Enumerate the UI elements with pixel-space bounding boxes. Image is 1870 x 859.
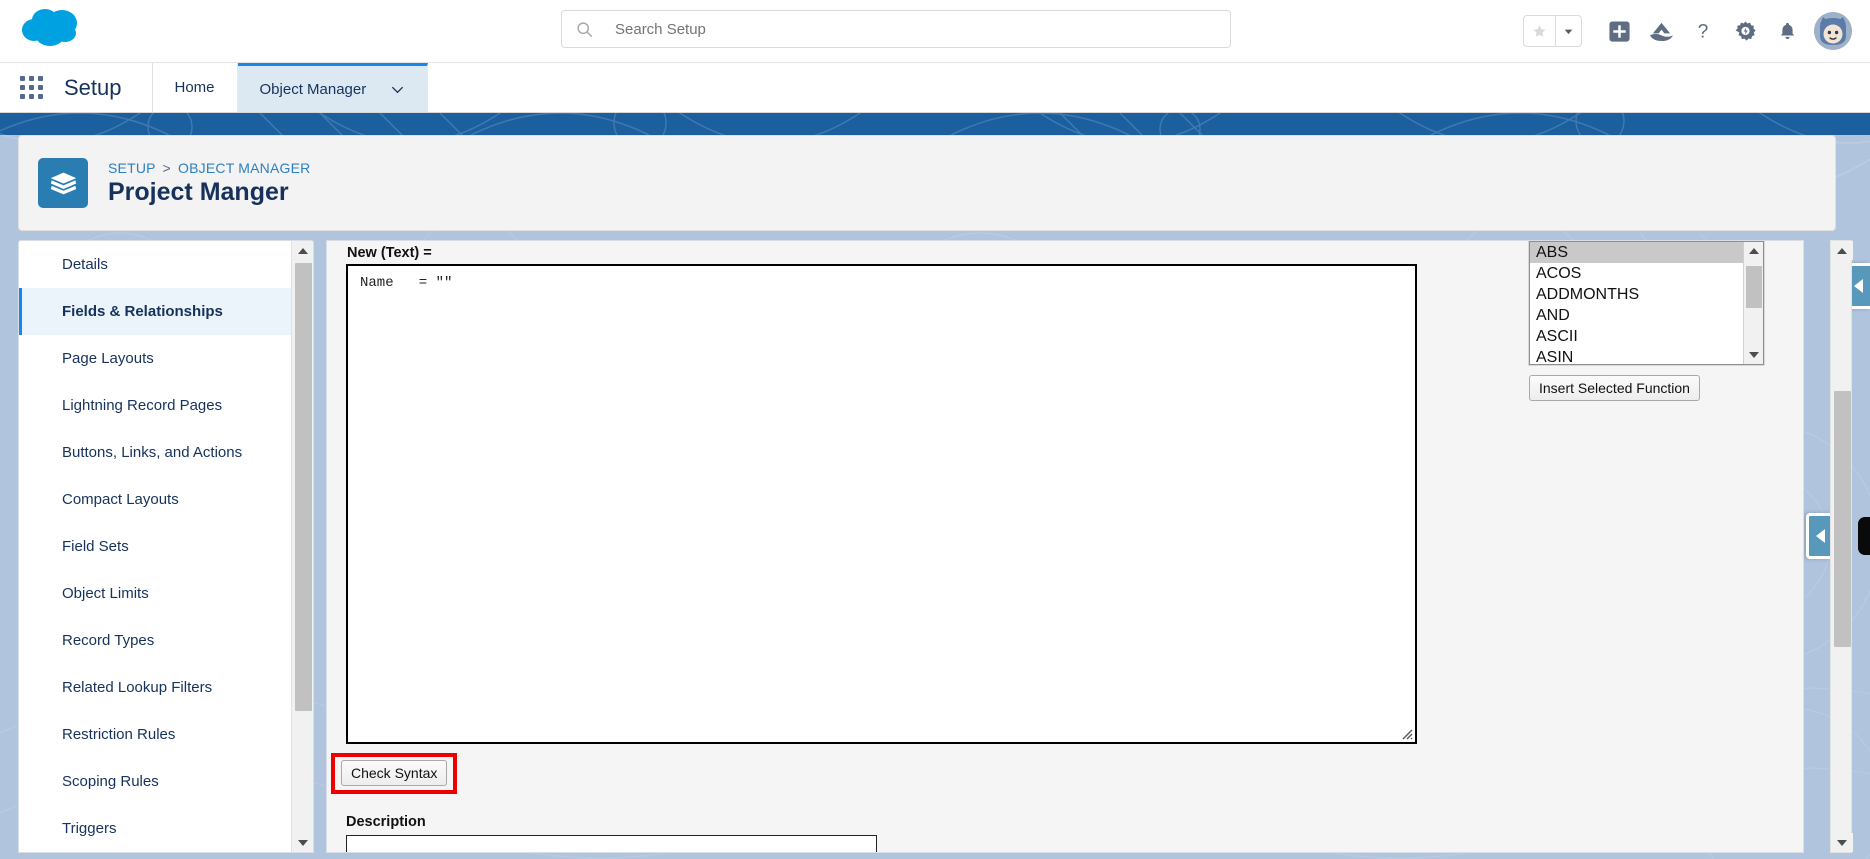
- function-item-label: ADDMONTHS: [1536, 286, 1640, 303]
- function-item-and[interactable]: AND: [1530, 305, 1743, 326]
- app-name: Setup: [62, 63, 153, 112]
- tab-object-manager[interactable]: Object Manager: [237, 63, 429, 112]
- function-scroll-thumb[interactable]: [1746, 266, 1762, 308]
- page-scroll-thumb[interactable]: [1834, 391, 1851, 647]
- check-syntax-highlight: Check Syntax: [331, 753, 458, 794]
- function-item-label: ASCII: [1536, 328, 1578, 345]
- sidebar-item-label: Fields & Relationships: [62, 303, 223, 320]
- function-item-label: AND: [1536, 307, 1570, 324]
- scroll-up-arrow-icon[interactable]: [292, 241, 313, 260]
- function-item-abs[interactable]: ABS: [1530, 242, 1743, 263]
- object-stack-icon: [38, 158, 88, 208]
- sidebar-item-label: Details: [62, 256, 108, 273]
- tab-home[interactable]: Home: [153, 63, 238, 112]
- function-item-addmonths[interactable]: ADDMONTHS: [1530, 284, 1743, 305]
- resize-grip-icon[interactable]: [1399, 726, 1413, 740]
- sidebar-item-label: Page Layouts: [62, 350, 154, 367]
- chevron-left-icon: [1854, 279, 1863, 293]
- formula-textarea[interactable]: Name = "": [346, 264, 1417, 744]
- function-item-label: ABS: [1536, 244, 1569, 261]
- add-icon[interactable]: [1598, 11, 1640, 51]
- sidebar-scroll-thumb[interactable]: [295, 263, 312, 711]
- breadcrumb: SETUP > OBJECT MANAGER: [108, 160, 310, 176]
- formula-value: Name = "": [360, 275, 453, 291]
- sidebar-item-label: Compact Layouts: [62, 491, 179, 508]
- function-item-acos[interactable]: ACOS: [1530, 263, 1743, 284]
- scroll-up-arrow-icon[interactable]: [1744, 242, 1763, 260]
- function-item-asin[interactable]: ASIN: [1530, 347, 1743, 365]
- setup-gear-icon[interactable]: [1724, 11, 1766, 51]
- setup-tab-bar: Setup Home Object Manager: [0, 62, 1870, 113]
- favorites-group[interactable]: [1523, 15, 1582, 47]
- formula-editor-panel: New (Text) = Name = "" Check Syntax Desc…: [326, 240, 1804, 853]
- user-avatar[interactable]: [1814, 12, 1852, 50]
- sidebar-item-label: Object Limits: [62, 585, 149, 602]
- help-icon[interactable]: ?: [1682, 11, 1724, 51]
- sidebar-item-object-limits[interactable]: Object Limits: [19, 570, 291, 617]
- learning-cloud-icon[interactable]: [1640, 11, 1682, 51]
- collapse-panel-middle-button[interactable]: [1806, 513, 1832, 559]
- function-list-scrollbar[interactable]: [1743, 242, 1763, 364]
- salesforce-cloud-logo[interactable]: [18, 4, 86, 54]
- sidebar-scrollbar[interactable]: [291, 241, 313, 852]
- search-input[interactable]: Search Setup: [561, 10, 1231, 48]
- description-label: Description: [346, 814, 426, 830]
- insert-selected-function-button[interactable]: Insert Selected Function: [1529, 375, 1700, 401]
- breadcrumb-separator: >: [162, 159, 171, 176]
- sidebar-item-scoping-rules[interactable]: Scoping Rules: [19, 758, 291, 805]
- sidebar-item-lightning-record-pages[interactable]: Lightning Record Pages: [19, 382, 291, 429]
- sidebar-item-buttons-links-actions[interactable]: Buttons, Links, and Actions: [19, 429, 291, 476]
- sidebar-item-label: Field Sets: [62, 538, 129, 555]
- sidebar-item-page-layouts[interactable]: Page Layouts: [19, 335, 291, 382]
- check-syntax-button[interactable]: Check Syntax: [341, 760, 448, 786]
- svg-text:?: ?: [1698, 21, 1709, 42]
- app-launcher-icon[interactable]: [0, 63, 62, 112]
- chevron-left-icon: [1816, 529, 1825, 543]
- page-scrollbar[interactable]: [1830, 240, 1853, 853]
- sidebar-item-restriction-rules[interactable]: Restriction Rules: [19, 711, 291, 758]
- sidebar-item-label: Scoping Rules: [62, 773, 159, 790]
- tab-home-label: Home: [174, 79, 215, 96]
- sidebar-item-record-types[interactable]: Record Types: [19, 617, 291, 664]
- favorites-star-icon[interactable]: [1524, 16, 1555, 46]
- formula-label: New (Text) =: [347, 245, 432, 261]
- edge-handle[interactable]: [1858, 517, 1870, 555]
- search-icon: [576, 21, 593, 38]
- record-header: SETUP > OBJECT MANAGER Project Manger: [18, 135, 1836, 231]
- global-header: Search Setup ?: [0, 0, 1870, 62]
- function-item-label: ASIN: [1536, 349, 1574, 365]
- favorites-dropdown-icon[interactable]: [1555, 16, 1581, 46]
- sidebar-item-label: Restriction Rules: [62, 726, 176, 743]
- scroll-down-arrow-icon[interactable]: [292, 833, 313, 852]
- sidebar-item-field-sets[interactable]: Field Sets: [19, 523, 291, 570]
- description-input[interactable]: [346, 835, 877, 852]
- scroll-up-arrow-icon[interactable]: [1831, 241, 1853, 260]
- sidebar-item-details[interactable]: Details: [19, 241, 291, 288]
- sidebar-item-list: Details Fields & Relationships Page Layo…: [19, 241, 291, 852]
- breadcrumb-object-manager[interactable]: OBJECT MANAGER: [178, 160, 310, 176]
- page-title: Project Manger: [108, 177, 289, 206]
- function-list-items: ABS ACOS ADDMONTHS AND ASCII ASIN: [1530, 242, 1743, 365]
- tab-object-manager-label: Object Manager: [259, 80, 367, 98]
- search-placeholder: Search Setup: [615, 20, 706, 38]
- chevron-down-icon[interactable]: [390, 82, 405, 97]
- function-item-ascii[interactable]: ASCII: [1530, 326, 1743, 347]
- sidebar-item-triggers[interactable]: Triggers: [19, 805, 291, 852]
- sidebar-item-related-lookup-filters[interactable]: Related Lookup Filters: [19, 664, 291, 711]
- sidebar-item-fields-relationships[interactable]: Fields & Relationships: [19, 288, 291, 335]
- notifications-bell-icon[interactable]: [1766, 11, 1808, 51]
- breadcrumb-setup[interactable]: SETUP: [108, 160, 155, 176]
- sidebar-item-label: Buttons, Links, and Actions: [62, 444, 243, 461]
- function-item-label: ACOS: [1536, 265, 1582, 282]
- sidebar-item-label: Related Lookup Filters: [62, 679, 213, 696]
- object-sidebar: Details Fields & Relationships Page Layo…: [18, 240, 314, 853]
- sidebar-item-label: Triggers: [62, 820, 117, 837]
- header-icon-group: ?: [1523, 5, 1852, 57]
- sidebar-item-compact-layouts[interactable]: Compact Layouts: [19, 476, 291, 523]
- sidebar-item-label: Record Types: [62, 632, 155, 649]
- function-list[interactable]: ABS ACOS ADDMONTHS AND ASCII ASIN: [1529, 241, 1764, 365]
- scroll-down-arrow-icon[interactable]: [1744, 346, 1763, 364]
- scroll-down-arrow-icon[interactable]: [1831, 833, 1853, 852]
- sidebar-item-label: Lightning Record Pages: [62, 397, 223, 414]
